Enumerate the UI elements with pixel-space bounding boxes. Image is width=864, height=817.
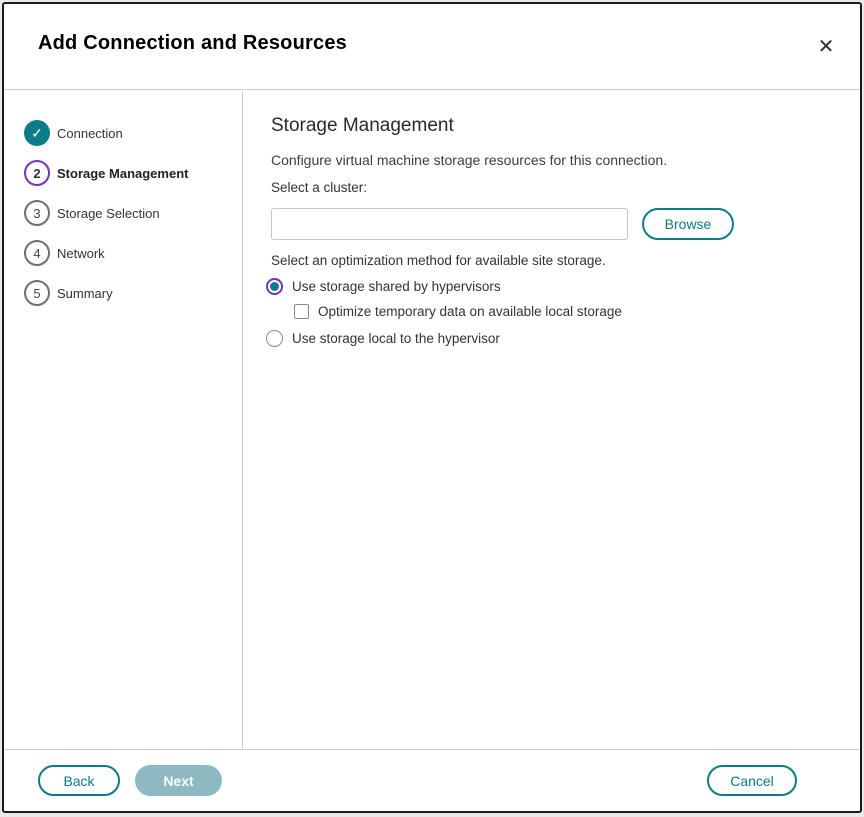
step-storage-selection[interactable]: 3 Storage Selection	[4, 193, 242, 233]
step-label: Storage Management	[57, 166, 188, 181]
page-description: Configure virtual machine storage resour…	[271, 152, 667, 168]
wizard-steps-sidebar: ✓ Connection 2 Storage Management 3 Stor…	[4, 91, 243, 749]
step-summary[interactable]: 5 Summary	[4, 273, 242, 313]
radio-shared-storage[interactable]: Use storage shared by hypervisors	[266, 278, 501, 295]
add-connection-dialog: Add Connection and Resources ✕ ✓ Connect…	[2, 2, 862, 813]
checkbox-label: Optimize temporary data on available loc…	[318, 304, 622, 319]
step-storage-management[interactable]: 2 Storage Management	[4, 153, 242, 193]
step-label: Network	[57, 246, 105, 261]
radio-label: Use storage shared by hypervisors	[292, 279, 501, 294]
step-number: 3	[24, 200, 50, 226]
dialog-header: Add Connection and Resources ✕	[4, 4, 860, 90]
checkbox-optimize-temp-data[interactable]: Optimize temporary data on available loc…	[294, 304, 622, 319]
storage-management-panel: Storage Management Configure virtual mac…	[244, 91, 860, 749]
close-icon[interactable]: ✕	[810, 30, 842, 62]
optimization-method-label: Select an optimization method for availa…	[271, 253, 606, 268]
step-number: 4	[24, 240, 50, 266]
step-number: 5	[24, 280, 50, 306]
step-network[interactable]: 4 Network	[4, 233, 242, 273]
next-button[interactable]: Next	[135, 765, 222, 796]
cancel-button[interactable]: Cancel	[707, 765, 797, 796]
checkbox-unchecked-icon	[294, 304, 309, 319]
browse-button[interactable]: Browse	[642, 208, 734, 240]
dialog-title: Add Connection and Resources	[38, 32, 347, 55]
step-label: Connection	[57, 126, 123, 141]
page-title: Storage Management	[271, 115, 454, 137]
radio-label: Use storage local to the hypervisor	[292, 331, 500, 346]
radio-selected-icon	[266, 278, 283, 295]
radio-unselected-icon	[266, 330, 283, 347]
radio-local-storage[interactable]: Use storage local to the hypervisor	[266, 330, 500, 347]
step-label: Summary	[57, 286, 113, 301]
step-connection[interactable]: ✓ Connection	[4, 113, 242, 153]
dialog-footer: Back Next Cancel	[4, 749, 860, 811]
check-icon: ✓	[24, 120, 50, 146]
step-number: 2	[24, 160, 50, 186]
cluster-field-label: Select a cluster:	[271, 180, 367, 195]
radio-dot	[270, 282, 279, 291]
back-button[interactable]: Back	[38, 765, 120, 796]
cluster-input[interactable]	[271, 208, 628, 240]
step-label: Storage Selection	[57, 206, 160, 221]
